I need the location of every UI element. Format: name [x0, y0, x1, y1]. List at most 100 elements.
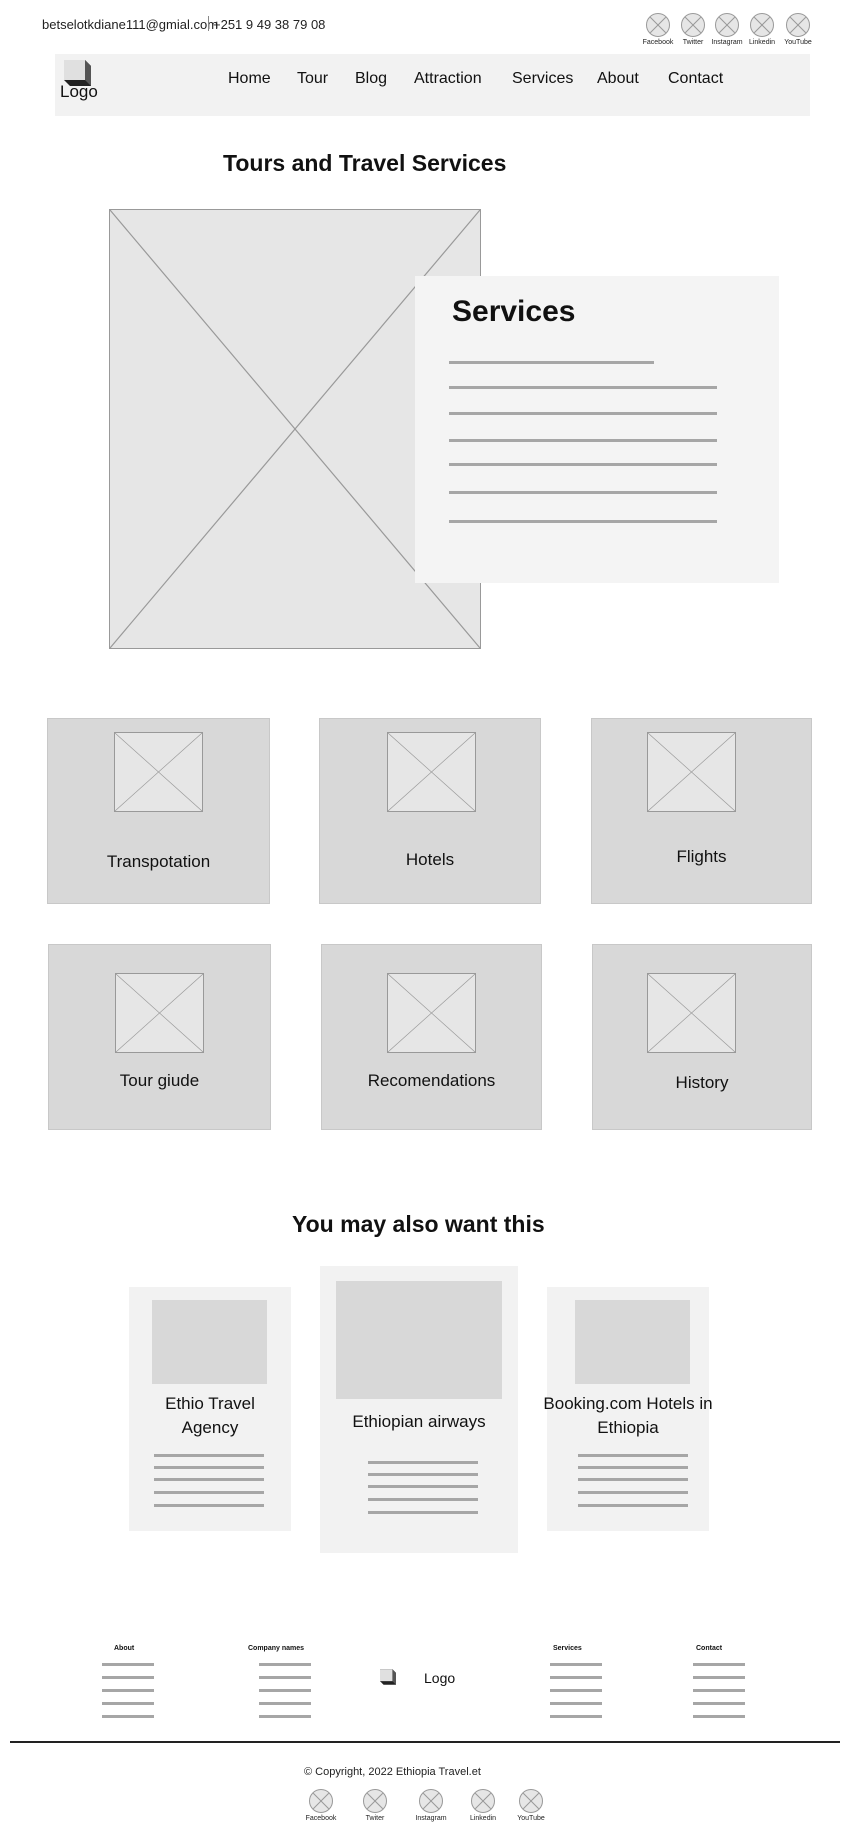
page-title: Tours and Travel Services	[223, 150, 507, 176]
footer-social-instagram[interactable]: Instagram	[415, 1789, 447, 1822]
service-tile-tour-guide[interactable]: Tour giude	[48, 944, 271, 1130]
footer-link-line[interactable]	[102, 1676, 154, 1679]
footer-social-youtube[interactable]: YouTube	[517, 1789, 545, 1822]
card-image-placeholder	[575, 1300, 690, 1384]
service-tile-hotels[interactable]: Hotels	[319, 718, 541, 904]
footer-logo-text[interactable]: Logo	[424, 1670, 455, 1686]
footer-heading-contact: Contact	[696, 1645, 723, 1652]
text-line	[449, 361, 654, 364]
text-line	[368, 1485, 478, 1488]
nav-contact[interactable]: Contact	[668, 70, 723, 88]
footer-divider	[10, 1741, 840, 1743]
facebook-icon	[646, 13, 670, 37]
contact-phone[interactable]: +251 9 49 38 79 08	[213, 17, 325, 32]
footer-link-line[interactable]	[102, 1689, 154, 1692]
tile-image-placeholder	[114, 732, 203, 812]
footer-link-line[interactable]	[259, 1676, 311, 1679]
text-line	[368, 1461, 478, 1464]
footer-social-facebook[interactable]: Facebook	[306, 1789, 336, 1822]
text-line	[578, 1504, 688, 1507]
nav-attraction[interactable]: Attraction	[414, 70, 482, 88]
tile-label: Flights	[676, 847, 727, 866]
service-tile-recommendations[interactable]: Recomendations	[321, 944, 542, 1130]
service-tile-transportation[interactable]: Transpotation	[47, 718, 270, 904]
footer-link-line[interactable]	[693, 1663, 745, 1666]
social-label: Instagram	[415, 1815, 447, 1822]
footer-link-line[interactable]	[693, 1702, 745, 1705]
card-title: Ethiopian airways	[352, 1412, 486, 1431]
text-line	[449, 439, 717, 442]
footer-link-line[interactable]	[550, 1663, 602, 1666]
nav-services[interactable]: Services	[512, 70, 573, 88]
tile-image-placeholder	[387, 973, 476, 1053]
text-line	[449, 412, 717, 415]
services-panel-title: Services	[452, 295, 576, 328]
footer-link-line[interactable]	[693, 1676, 745, 1679]
tile-image-placeholder	[387, 732, 476, 812]
footer-heading-about: About	[114, 1645, 135, 1652]
facebook-icon	[309, 1789, 333, 1813]
text-line	[449, 463, 717, 466]
footer-link-line[interactable]	[259, 1689, 311, 1692]
footer-social-linkedin[interactable]: Linkedin	[470, 1789, 496, 1822]
footer-link-line[interactable]	[693, 1715, 745, 1718]
text-line	[154, 1466, 264, 1469]
suggestion-card-booking-hotels[interactable]: Booking.com Hotels in Ethiopia	[543, 1287, 713, 1531]
text-line	[154, 1491, 264, 1494]
footer-logo-icon[interactable]	[380, 1669, 396, 1685]
tile-label: Hotels	[405, 850, 455, 869]
tile-label: Recomendations	[367, 1071, 496, 1090]
footer-heading-services: Services	[553, 1645, 582, 1652]
card-title: Ethio Travel Agency	[165, 1394, 255, 1437]
tile-label: History	[675, 1073, 729, 1092]
footer-link-line[interactable]	[550, 1689, 602, 1692]
topbar-divider	[208, 16, 209, 31]
service-tile-history[interactable]: History	[592, 944, 812, 1130]
suggestion-card-ethio-travel[interactable]: Ethio Travel Agency	[129, 1287, 291, 1531]
card-image-placeholder	[152, 1300, 267, 1384]
text-line	[578, 1478, 688, 1481]
footer-link-line[interactable]	[693, 1689, 745, 1692]
text-line	[368, 1511, 478, 1514]
footer-link-line[interactable]	[259, 1702, 311, 1705]
service-tile-flights[interactable]: Flights	[591, 718, 812, 904]
social-label: YouTube	[784, 39, 812, 46]
text-line	[449, 386, 717, 389]
footer-link-line[interactable]	[550, 1702, 602, 1705]
footer-link-line[interactable]	[259, 1715, 311, 1718]
suggestions-title: You may also want this	[292, 1211, 545, 1237]
suggestion-card-ethiopian-airways[interactable]: Ethiopian airways	[320, 1266, 518, 1553]
tile-label: Transpotation	[106, 852, 211, 871]
footer-link-line[interactable]	[102, 1715, 154, 1718]
youtube-icon	[786, 13, 810, 37]
linkedin-icon	[750, 13, 774, 37]
footer-link-line[interactable]	[102, 1663, 154, 1666]
footer-link-line[interactable]	[102, 1702, 154, 1705]
instagram-icon	[419, 1789, 443, 1813]
footer-link-line[interactable]	[550, 1676, 602, 1679]
tile-image-placeholder	[115, 973, 204, 1053]
nav-about[interactable]: About	[597, 70, 639, 88]
contact-email[interactable]: betselotkdiane111@gmial.com	[42, 17, 218, 32]
services-panel: Services	[415, 276, 779, 583]
youtube-icon	[519, 1789, 543, 1813]
linkedin-icon	[471, 1789, 495, 1813]
topbar-social-youtube[interactable]: YouTube	[784, 13, 812, 46]
social-label: Facebook	[305, 1815, 337, 1822]
text-line	[154, 1454, 264, 1457]
tile-image-placeholder	[647, 732, 736, 812]
tile-label: Tour giude	[119, 1071, 200, 1090]
nav-logo-text[interactable]: Logo	[60, 82, 98, 102]
twitter-icon	[681, 13, 705, 37]
footer-social-twitter[interactable]: Twiter	[363, 1789, 387, 1822]
nav-home[interactable]: Home	[228, 70, 271, 88]
text-line	[154, 1504, 264, 1507]
footer-link-line[interactable]	[259, 1663, 311, 1666]
text-line	[449, 520, 717, 523]
nav-blog[interactable]: Blog	[355, 70, 387, 88]
nav-tour[interactable]: Tour	[297, 70, 328, 88]
text-line	[154, 1478, 264, 1481]
footer-heading-company-names: Company names	[248, 1645, 305, 1652]
footer-link-line[interactable]	[550, 1715, 602, 1718]
card-image-placeholder	[336, 1281, 502, 1399]
